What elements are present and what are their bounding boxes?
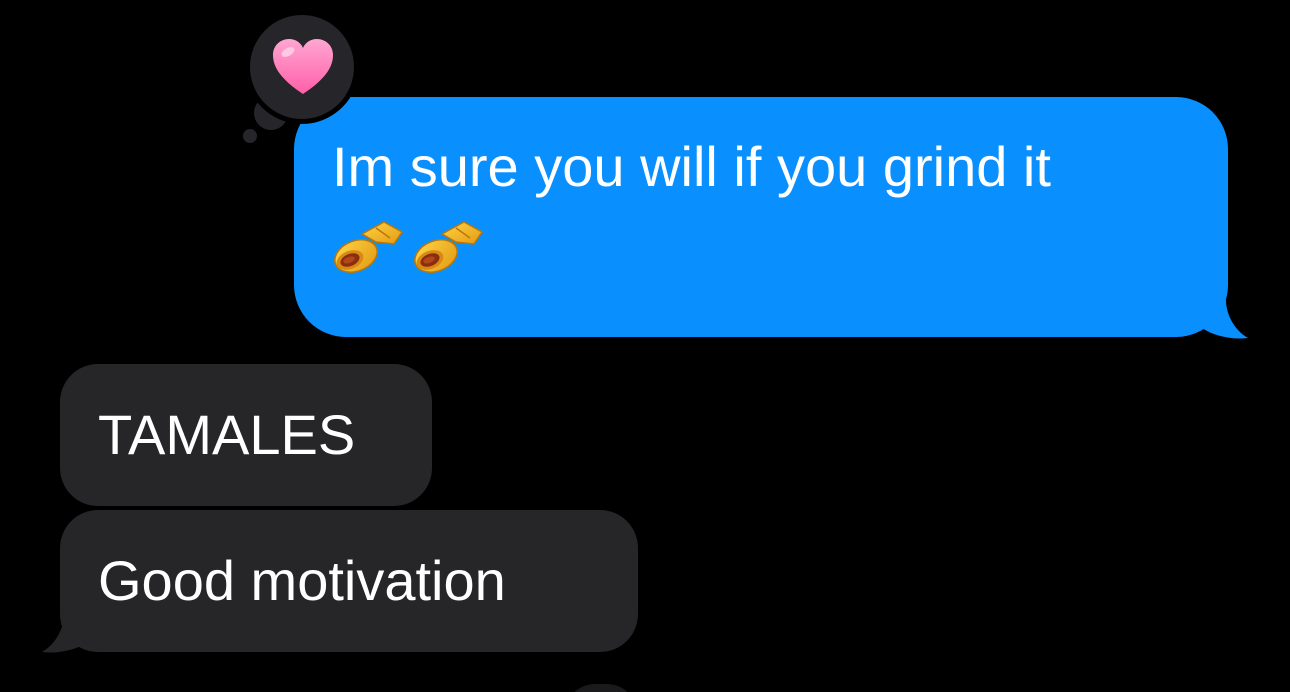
next-element-peek: [565, 684, 637, 692]
tamale-emoji: [414, 221, 484, 274]
outgoing-bubble-tail: [1196, 300, 1248, 339]
outgoing-message-bubble[interactable]: Im sure you will if you grind it: [294, 97, 1228, 337]
outgoing-message-text: Im sure you will if you grind it: [332, 135, 1051, 198]
tamale-emoji: [334, 221, 404, 274]
incoming-message-text: TAMALES: [98, 403, 356, 466]
emoji-row: [332, 220, 1188, 274]
incoming-message-text: Good motivation: [98, 549, 506, 612]
incoming-bubble-tail: [42, 614, 94, 653]
tapback-small-dot: [243, 129, 257, 143]
heart-icon: [273, 39, 333, 94]
incoming-message-bubble[interactable]: TAMALES: [60, 364, 432, 506]
messages-thread: Im sure you will if you grind it TAMALES…: [0, 0, 1290, 692]
incoming-message-bubble[interactable]: Good motivation: [60, 510, 638, 652]
